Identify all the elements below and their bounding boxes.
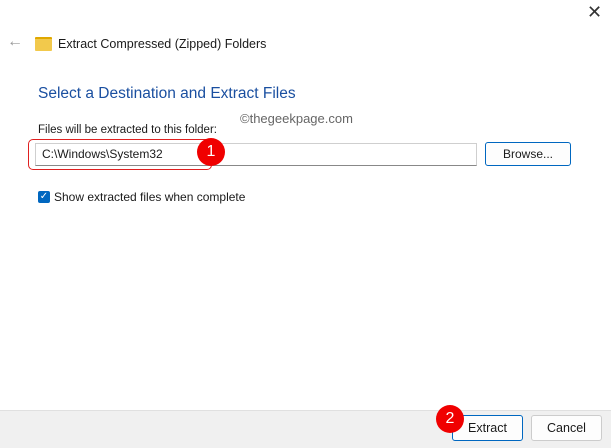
window-title: Extract Compressed (Zipped) Folders	[58, 37, 267, 51]
show-files-checkbox[interactable]: ✓	[38, 191, 50, 203]
page-heading: Select a Destination and Extract Files	[38, 85, 296, 102]
close-icon[interactable]: ✕	[587, 2, 602, 23]
show-files-label[interactable]: Show extracted files when complete	[54, 190, 245, 204]
watermark: ©thegeekpage.com	[240, 111, 353, 126]
back-arrow-icon[interactable]: ←	[7, 33, 23, 51]
annotation-badge-2: 2	[436, 405, 464, 433]
browse-button[interactable]: Browse...	[485, 142, 571, 166]
folder-label: Files will be extracted to this folder:	[38, 124, 217, 136]
annotation-highlight	[28, 139, 212, 170]
cancel-button[interactable]: Cancel	[531, 415, 602, 441]
annotation-badge-1: 1	[197, 138, 225, 166]
zip-folder-icon	[35, 37, 52, 51]
